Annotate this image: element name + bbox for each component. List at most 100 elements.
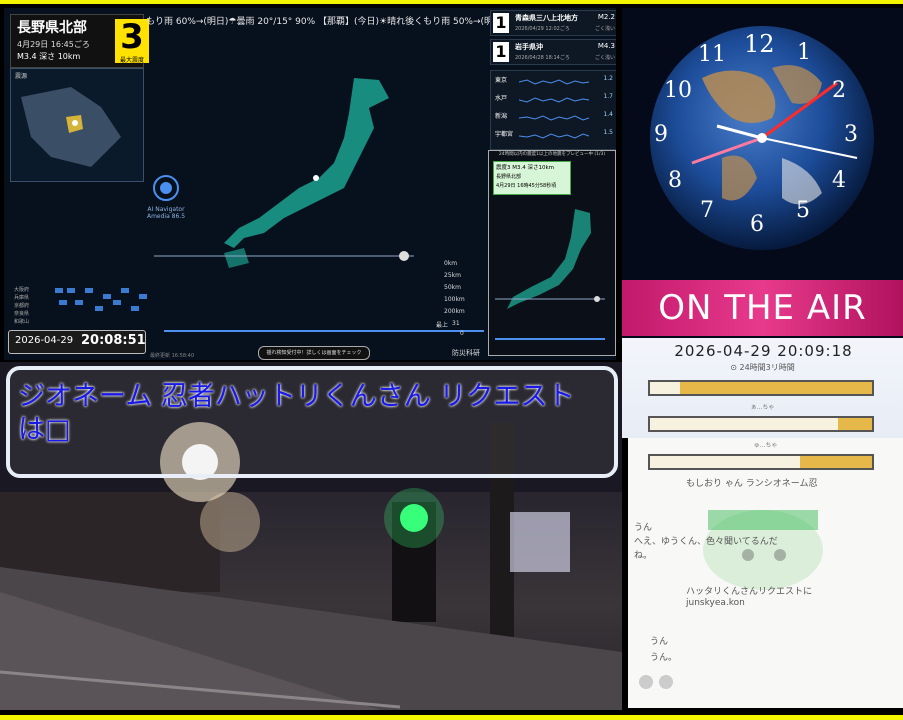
current-time-box: 2026-04-29 20:08:51 — [8, 330, 146, 354]
observation-wave — [519, 133, 589, 139]
progress-bar — [648, 416, 874, 432]
depth-legend-item: 25km — [444, 272, 461, 279]
observation-name: 新潟 — [495, 113, 508, 120]
progress-fill — [650, 382, 680, 394]
depth-legend-item: 200km — [444, 308, 465, 315]
progress-caption: ゅ...ちゃ — [753, 442, 778, 449]
clock-number: 12 — [744, 30, 775, 58]
depth-value: 深さ 10km — [39, 52, 81, 61]
report-depth: ごく浅い — [594, 26, 615, 32]
quake-magnitude: M3.4 深さ 10km — [17, 51, 80, 62]
request-banner: ジオネーム 忍者ハットリくんさん リクエスト は□ — [6, 366, 618, 478]
report-time: 2026/04/29 12:02ごろ — [515, 26, 570, 32]
histogram-label: 和歌山 — [14, 319, 30, 325]
current-time: 20:08:51 — [81, 333, 146, 348]
japan-map — [224, 78, 389, 268]
preview-card-line: 震度3 M3.4 深さ10km — [496, 165, 555, 171]
epicenter-mini-map: 震源 — [10, 68, 144, 182]
chat-message: ね。 — [634, 551, 653, 561]
observation-list: 東京 1.2 水戸 1.7 新潟 1.4 宇都宮 1.5 — [490, 70, 616, 150]
clock-number: 6 — [750, 212, 764, 237]
earthquake-monitor-panel: 長野県北部 4月29日 16:45ごろ M3.4 深さ 10km 3 最大震度 … — [4, 8, 616, 360]
histogram-label: 奈良県 — [14, 311, 30, 317]
scale-label: 最上 — [436, 322, 449, 329]
chat-message: うん。 — [650, 653, 678, 663]
chat-controls[interactable] — [638, 674, 678, 690]
progress-bar — [648, 454, 874, 470]
report-item[interactable]: 1 岩手県沖 M4.3 2026/04/28 18:14ごろ ごく浅い — [490, 39, 616, 65]
clock-number: 3 — [844, 122, 858, 147]
observation-row: 宇都宮 1.5 — [495, 129, 613, 143]
preview-map — [495, 209, 605, 340]
detection-button[interactable]: 揺れ検知受付中！詳しくは画面をチェック — [258, 346, 370, 360]
progress-fill — [650, 418, 838, 430]
intensity-histogram — [55, 288, 147, 311]
observation-row: 水戸 1.7 — [495, 93, 613, 107]
request-banner-text: ジオネーム 忍者ハットリくんさん リクエスト は□ — [18, 381, 575, 445]
chat-message: うん — [650, 637, 669, 647]
recent-reports: 1 青森県三八上北地方 M2.2 2026/04/29 12:02ごろ ごく浅い… — [490, 10, 616, 68]
observation-value: 1.2 — [603, 75, 613, 82]
info-panel: 2026-04-29 20:09:18 ⊙ 24時間3リ時間 ぁ...ちゃ — [622, 338, 903, 438]
preview-caption: 24時間以内の震度1以上の地震をプレビュー中 (1/3) — [498, 152, 606, 157]
ai-navigator-icon — [153, 175, 179, 201]
clock-number: 9 — [654, 122, 668, 147]
region-name: 長野県北部 — [17, 20, 87, 36]
report-item[interactable]: 1 青森県三八上北地方 M2.2 2026/04/29 12:02ごろ ごく浅い — [490, 10, 616, 36]
report-place: 青森県三八上北地方 — [515, 14, 578, 22]
clock-number: 4 — [832, 168, 846, 193]
scale-value: 0 — [460, 330, 464, 337]
observation-wave — [519, 79, 589, 85]
report-intensity: 1 — [493, 13, 509, 33]
chat-message: うん — [634, 523, 653, 533]
observation-name: 宇都宮 — [495, 131, 514, 138]
depth-legend-item: 50km — [444, 284, 461, 291]
depth-legend-item: 100km — [444, 296, 465, 303]
observation-row: 東京 1.2 — [495, 75, 613, 89]
scale-value: 31 — [452, 320, 460, 327]
on-air-banner: ON THE AIR — [622, 280, 903, 336]
report-place: 岩手県沖 — [515, 43, 543, 51]
observation-row: 新潟 1.4 — [495, 111, 613, 125]
preview-card: 震度3 M3.4 深さ10km 長野県北部 4月29日 16時45分58秒頃 — [493, 161, 571, 195]
chat-message: もしおり ゃん ランシオネーム忍 — [686, 479, 818, 489]
report-magnitude: M2.2 — [597, 13, 615, 21]
quake-time: 4月29日 16:45ごろ — [17, 40, 90, 49]
report-depth: ごく浅い — [594, 55, 615, 61]
chat-message: へえ、ゆうくん、色々聞いてるんだ — [634, 537, 778, 547]
progress-caption: ぁ...ちゃ — [750, 404, 775, 411]
clock-number: 11 — [698, 42, 726, 67]
region-box: 長野県北部 4月29日 16:45ごろ M3.4 深さ 10km 3 最大震度 — [10, 14, 149, 68]
histogram-label: 大阪府 — [14, 287, 30, 293]
report-intensity: 1 — [493, 42, 509, 62]
observation-name: 水戸 — [495, 95, 508, 102]
mini-map-shape — [21, 87, 121, 167]
bousai-label: 防災科研 — [452, 349, 480, 357]
preview-panel: 24時間以内の震度1以上の地震をプレビュー中 (1/3) 震度3 M3.4 深さ… — [488, 150, 616, 356]
ai-navigator-label: AI Navigator Amedia 86.5 — [146, 206, 186, 220]
street-camera-feed: ジオネーム 忍者ハットリくんさん リクエスト は□ — [0, 362, 622, 710]
depth-legend-item: 0km — [444, 260, 458, 267]
clock-number: 10 — [664, 78, 692, 103]
progress-fill — [650, 456, 800, 468]
report-time: 2026/04/28 18:14ごろ — [515, 55, 570, 61]
observation-value: 1.7 — [603, 93, 613, 100]
waveform-line — [154, 251, 414, 261]
last-update: 最終更新 16:58:40 — [150, 353, 195, 359]
max-intensity-label: 最大震度 — [119, 57, 144, 64]
clock-number: 8 — [668, 168, 682, 193]
chat-message: junskyea.kon — [686, 598, 745, 608]
report-magnitude: M4.3 — [597, 42, 615, 50]
observation-name: 東京 — [495, 77, 508, 84]
chat-message: ハッタリくんさんリクエストに — [686, 587, 813, 597]
preview-card-line: 4月29日 16時45分58秒頃 — [496, 183, 557, 189]
magnitude-value: M3.4 — [17, 52, 37, 61]
sub-caption: ⊙ 24時間3リ時間 — [730, 363, 795, 372]
chat-panel: ゅ...ちゃ もしおり ゃん ランシオネーム忍 うん へえ、ゆうくん、色々聞いて… — [628, 438, 903, 708]
observation-value: 1.5 — [603, 129, 613, 136]
current-date: 2026-04-29 — [15, 335, 74, 346]
digital-datetime: 2026-04-29 20:09:18 — [674, 342, 853, 360]
clock-number: 1 — [797, 40, 811, 65]
timeline-bar — [164, 330, 484, 340]
progress-bar — [648, 380, 874, 396]
